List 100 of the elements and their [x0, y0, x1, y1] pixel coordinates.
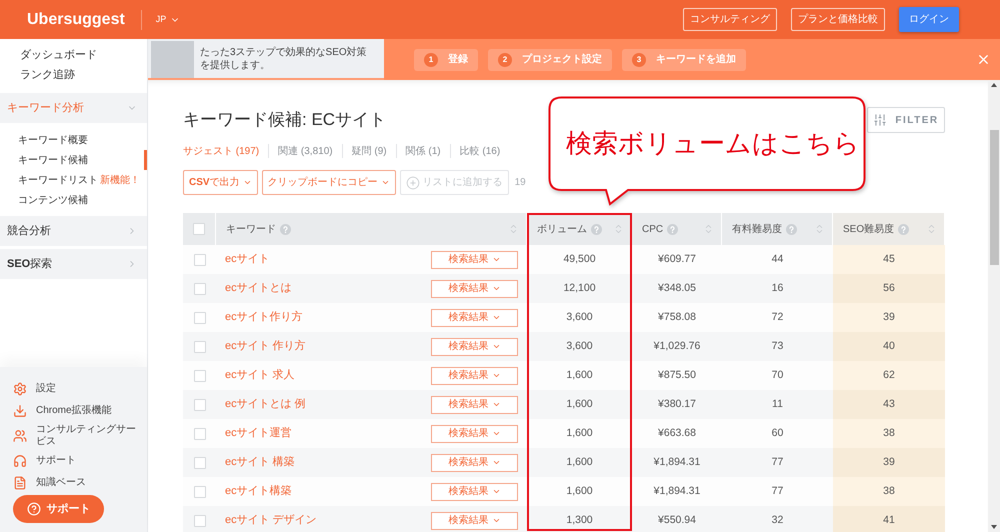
table-cell-text: 1,600: [565, 396, 594, 412]
tab[interactable]: サジェスト (197): [183, 144, 260, 158]
table-cell-text: 11: [771, 396, 784, 412]
checkbox[interactable]: [194, 428, 206, 440]
sort-icon[interactable]: [508, 222, 519, 236]
scrollbar-thumb[interactable]: [990, 130, 998, 265]
scroll-up-icon[interactable]: [991, 83, 997, 87]
footer-link[interactable]: 知識ベース: [13, 472, 139, 494]
search-results-button[interactable]: 検索結果: [431, 396, 518, 414]
checkbox[interactable]: [194, 312, 206, 324]
step-button[interactable]: 2 プロジェクト設定: [488, 48, 612, 70]
search-results-button[interactable]: 検索結果: [431, 280, 518, 298]
search-results-button[interactable]: 検索結果: [431, 250, 518, 268]
search-results-button[interactable]: 検索結果: [431, 454, 518, 472]
table-cell-text: 77: [770, 454, 784, 470]
search-results-button[interactable]: 検索結果: [431, 512, 518, 530]
close-button[interactable]: [976, 52, 991, 67]
tab[interactable]: 比較 (16): [460, 144, 500, 158]
table-cell-text: ¥380.17: [657, 396, 697, 412]
tab[interactable]: 関連 (3,810): [278, 144, 333, 158]
table-cell-text: ¥758.08: [657, 310, 697, 325]
login-button[interactable]: ログイン: [899, 7, 959, 32]
nav-section[interactable]: SEO探索: [0, 249, 147, 279]
nav-link[interactable]: コンテンツ候補: [0, 190, 147, 210]
checkbox[interactable]: [194, 456, 206, 468]
close-icon: [976, 52, 991, 67]
checkbox[interactable]: [194, 282, 206, 294]
table-cell-text: 16: [770, 280, 784, 296]
footer-link[interactable]: コンサルティングサービス: [13, 422, 139, 450]
tab[interactable]: 関係 (1): [406, 144, 441, 158]
checkbox[interactable]: [194, 486, 206, 498]
nav-link[interactable]: ランク追跡: [0, 65, 147, 85]
sort-icon[interactable]: [613, 222, 624, 236]
search-results-button[interactable]: 検索結果: [431, 308, 518, 326]
settings-icon: [13, 382, 27, 396]
keyword-link[interactable]: ecサイト デザイン: [225, 512, 317, 529]
table-cell-text: 44: [770, 252, 784, 267]
language-selector[interactable]: JP: [156, 12, 180, 26]
search-results-button[interactable]: 検索結果: [431, 366, 518, 384]
checkbox[interactable]: [194, 370, 206, 382]
people-icon: [13, 429, 27, 443]
keyword-link[interactable]: ecサイトとは: [225, 280, 292, 297]
scrollbar[interactable]: [988, 80, 1000, 532]
footer-link[interactable]: Chrome拡張機能: [13, 400, 139, 422]
filter-button[interactable]: FILTER: [867, 107, 945, 133]
help-icon: [26, 502, 40, 516]
scroll-down-icon[interactable]: [991, 525, 997, 529]
keyword-link[interactable]: ecサイト: [225, 251, 270, 268]
table-cell-text: 3,600: [565, 338, 594, 354]
table-cell: 39: [833, 303, 945, 332]
footer-link[interactable]: 設定: [13, 378, 139, 400]
search-results-button[interactable]: 検索結果: [431, 338, 518, 356]
nav-section[interactable]: キーワード分析: [0, 93, 147, 123]
column-header[interactable]: CPC: [642, 222, 664, 236]
table-cell: 43: [833, 390, 945, 419]
keyword-link[interactable]: ecサイト作り方: [225, 309, 303, 326]
keyword-link[interactable]: ecサイト 求人: [225, 367, 295, 384]
chevron-down-icon: [492, 487, 500, 496]
download-icon: [13, 404, 27, 418]
column-header[interactable]: ボリューム: [537, 222, 587, 236]
support-button[interactable]: サポート: [13, 495, 104, 523]
step-number: 2: [498, 52, 512, 66]
chevron-down-icon: [492, 458, 500, 467]
step-button[interactable]: 3 キーワードを追加: [622, 48, 746, 70]
footer-link[interactable]: サポート: [13, 450, 139, 472]
table-cell-text: ¥1,894.31: [652, 484, 702, 499]
nav-link[interactable]: キーワード概要: [0, 130, 147, 150]
table-cell-text: 12,100: [562, 280, 597, 296]
checkbox[interactable]: [194, 398, 206, 410]
step-button[interactable]: 1 登録: [414, 48, 478, 70]
nav-link[interactable]: キーワードリスト 新機能！: [0, 170, 147, 190]
checkbox[interactable]: [193, 223, 205, 235]
logo[interactable]: Ubersuggest: [27, 12, 125, 28]
keyword-link[interactable]: ecサイト 作り方: [225, 338, 306, 355]
column-header[interactable]: キーワード: [226, 222, 276, 236]
checkbox[interactable]: [194, 514, 206, 526]
nav-section[interactable]: 競合分析: [0, 216, 147, 246]
table-cell: 38: [833, 477, 945, 506]
keyword-link[interactable]: ecサイト運営: [225, 425, 292, 442]
new-feature-note: 新機能！: [100, 174, 140, 188]
keyword-link[interactable]: ecサイト 構築: [225, 454, 295, 471]
search-results-button[interactable]: 検索結果: [431, 424, 518, 442]
column-header[interactable]: 有料難易度: [732, 222, 782, 236]
search-results-button[interactable]: 検索結果: [431, 482, 518, 500]
checkbox[interactable]: [194, 254, 206, 266]
header-button[interactable]: コンサルティング: [683, 8, 777, 31]
sort-icon[interactable]: [814, 222, 825, 236]
sort-icon[interactable]: [926, 222, 937, 236]
sort-icon[interactable]: [703, 222, 714, 236]
checkbox[interactable]: [194, 340, 206, 352]
dropdown-button[interactable]: クリップボードにコピー: [262, 170, 396, 195]
tab[interactable]: 疑問 (9): [352, 144, 387, 158]
filter-icon: [873, 113, 888, 127]
document-icon: [13, 476, 27, 490]
header-button[interactable]: プランと価格比較: [791, 8, 885, 31]
nav-link[interactable]: ダッシュボード: [0, 45, 147, 65]
keyword-link[interactable]: ecサイトとは 例: [225, 396, 306, 413]
table-cell: 56: [833, 274, 945, 303]
keyword-link[interactable]: ecサイト構築: [225, 483, 292, 500]
dropdown-button[interactable]: CSVで出力: [183, 170, 258, 195]
